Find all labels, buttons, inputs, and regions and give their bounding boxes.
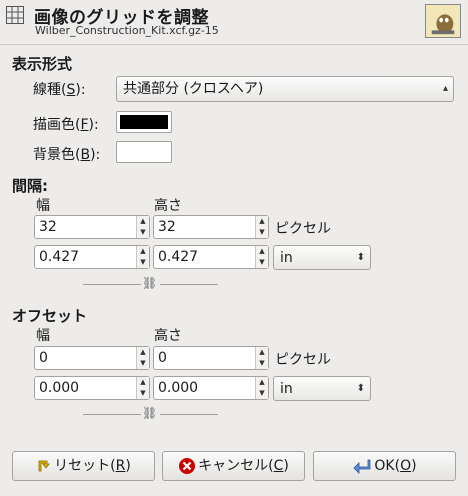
offset-x-px-input[interactable]: 0 ▲ ▼ (34, 346, 150, 370)
spin-arrows-icon[interactable]: ▲ ▼ (255, 216, 268, 238)
line-style-select[interactable]: 共通部分 (クロスヘア) ▴ (116, 76, 454, 102)
updown-arrow-icon: ▴ (442, 83, 448, 94)
header-separator (0, 44, 468, 45)
updown-arrow-icon: ⬍ (356, 383, 365, 394)
offset-y-in-input[interactable]: 0.000 ▲ ▼ (153, 376, 269, 400)
background-color-button[interactable] (116, 141, 172, 163)
spin-arrows-icon[interactable]: ▲ ▼ (136, 377, 149, 399)
spacing-unit-pixels: ピクセル (275, 221, 331, 237)
spacing-section-title: 間隔: (12, 177, 48, 195)
spin-arrows-icon[interactable]: ▲ ▼ (136, 216, 149, 238)
background-color-label: 背景色(B): (33, 147, 101, 163)
dialog-header: 画像のグリッドを調整 Wilber_Construction_Kit.xcf.g… (0, 0, 468, 44)
spin-arrows-icon[interactable]: ▲ ▼ (136, 246, 149, 268)
offset-width-label: 幅 (36, 328, 50, 344)
spacing-height-in-input[interactable]: 0.427 ▲ ▼ (153, 245, 269, 269)
chain-link-icon[interactable]: ⛓ (142, 276, 157, 290)
reset-button[interactable]: リセット(R) (12, 451, 155, 481)
spin-arrows-icon[interactable]: ▲ ▼ (136, 347, 149, 369)
ok-button[interactable]: OK(O) (313, 451, 456, 481)
spin-arrows-icon[interactable]: ▲ ▼ (255, 246, 268, 268)
spin-arrows-icon[interactable]: ▲ ▼ (255, 377, 268, 399)
offset-height-label: 高さ (154, 328, 182, 344)
offset-unit-select[interactable]: in ⬍ (273, 376, 371, 401)
spacing-width-in-input[interactable]: 0.427 ▲ ▼ (34, 245, 150, 269)
foreground-color-button[interactable] (116, 111, 172, 133)
background-color-swatch (120, 145, 168, 159)
grid-icon (6, 6, 24, 24)
cancel-icon (179, 458, 196, 474)
spacing-height-px-input[interactable]: 32 ▲ ▼ (153, 215, 269, 239)
image-thumbnail (425, 4, 461, 38)
cancel-button[interactable]: キャンセル(C) (162, 451, 305, 481)
spacing-height-label: 高さ (154, 198, 182, 214)
offset-unit-pixels: ピクセル (275, 352, 331, 368)
line-style-value: 共通部分 (クロスヘア) (123, 81, 264, 97)
updown-arrow-icon: ⬍ (356, 252, 365, 263)
display-section-title: 表示形式 (12, 55, 73, 73)
offset-y-px-input[interactable]: 0 ▲ ▼ (153, 346, 269, 370)
spacing-width-label: 幅 (36, 198, 50, 214)
chain-link-icon[interactable]: ⛓ (142, 406, 157, 420)
spacing-width-px-input[interactable]: 32 ▲ ▼ (34, 215, 150, 239)
spacing-unit-select[interactable]: in ⬍ (273, 245, 371, 270)
line-style-label: 線種(S): (33, 82, 86, 98)
foreground-color-label: 描画色(F): (33, 117, 99, 133)
spin-arrows-icon[interactable]: ▲ ▼ (255, 347, 268, 369)
offset-section-title: オフセット (12, 307, 88, 325)
image-filename: Wilber_Construction_Kit.xcf.gz-15 (35, 24, 219, 37)
offset-x-in-input[interactable]: 0.000 ▲ ▼ (34, 376, 150, 400)
ok-arrow-icon (353, 459, 371, 474)
foreground-color-swatch (120, 115, 168, 129)
reset-icon (38, 460, 50, 472)
